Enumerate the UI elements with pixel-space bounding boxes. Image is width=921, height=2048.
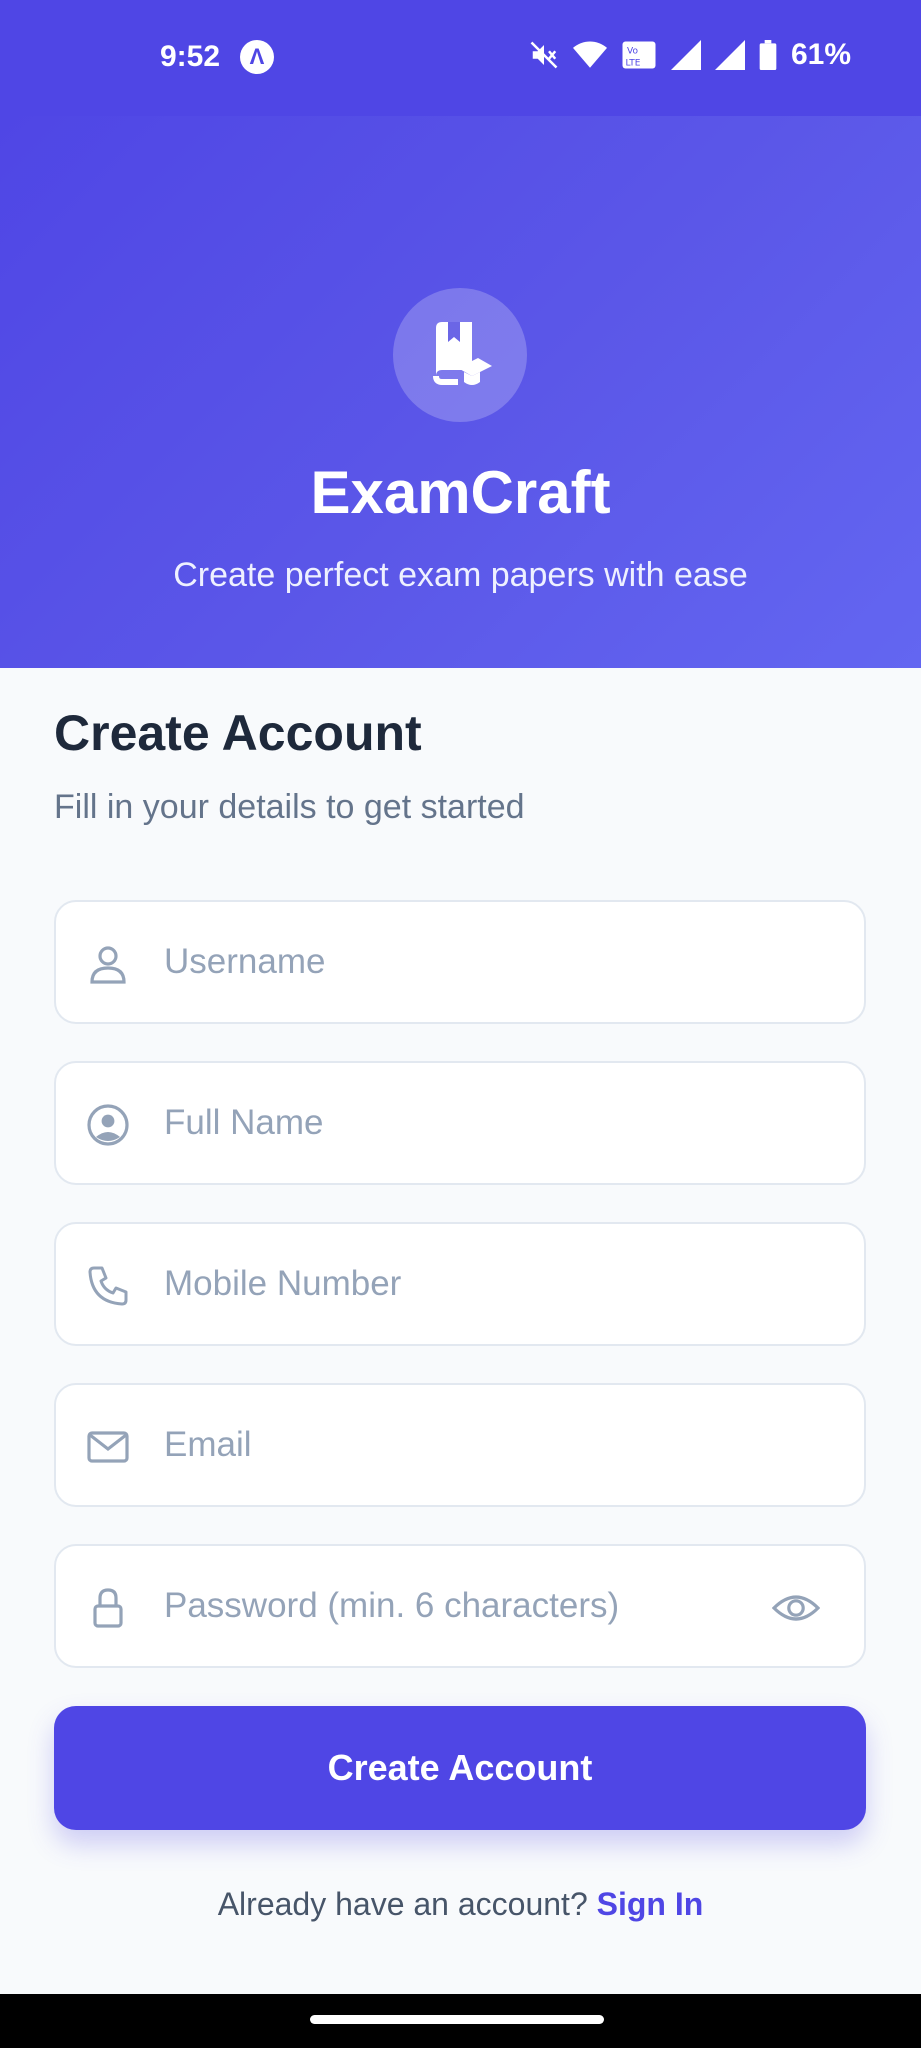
create-account-button[interactable]: Create Account bbox=[54, 1706, 866, 1830]
wifi-icon bbox=[572, 40, 607, 70]
mute-icon bbox=[529, 40, 559, 70]
sign-in-link[interactable]: Sign In bbox=[597, 1886, 704, 1922]
app-notification-icon: Λ bbox=[240, 40, 274, 74]
mobile-input[interactable] bbox=[164, 1224, 804, 1344]
user-icon bbox=[90, 946, 126, 984]
battery-icon bbox=[759, 40, 777, 70]
signal-roaming-icon bbox=[714, 40, 745, 70]
volte-icon: Vo LTE bbox=[621, 40, 657, 70]
mobile-field[interactable] bbox=[54, 1222, 866, 1346]
password-input[interactable] bbox=[164, 1546, 724, 1666]
app-name: ExamCraft bbox=[310, 459, 611, 526]
full-name-field[interactable] bbox=[54, 1061, 866, 1185]
mail-icon bbox=[87, 1431, 129, 1463]
user-circle-icon bbox=[87, 1104, 129, 1146]
full-name-input[interactable] bbox=[164, 1063, 804, 1183]
svg-text:LTE: LTE bbox=[625, 59, 640, 69]
password-field[interactable] bbox=[54, 1544, 866, 1668]
form-title: Create Account bbox=[54, 705, 422, 761]
username-input[interactable] bbox=[164, 902, 804, 1022]
app-tagline: Create perfect exam papers with ease bbox=[173, 556, 748, 594]
phone-icon bbox=[88, 1266, 128, 1306]
email-field[interactable] bbox=[54, 1383, 866, 1507]
system-nav-bar bbox=[0, 1994, 921, 2048]
signin-prompt-text: Already have an account? bbox=[217, 1886, 588, 1922]
email-input[interactable] bbox=[164, 1385, 804, 1505]
svg-text:Vo: Vo bbox=[627, 47, 638, 57]
signin-prompt: Already have an account? Sign In bbox=[0, 1886, 921, 1923]
form-subtitle: Fill in your details to get started bbox=[54, 788, 525, 826]
status-bar: 9:52 Λ Vo LTE 61% bbox=[0, 0, 921, 116]
signal-icon bbox=[670, 40, 701, 70]
username-field[interactable] bbox=[54, 900, 866, 1024]
home-indicator[interactable] bbox=[310, 2015, 604, 2024]
battery-level: 61% bbox=[790, 38, 851, 71]
status-time: 9:52 bbox=[160, 40, 221, 73]
app-logo bbox=[393, 288, 527, 422]
status-icons: Vo LTE 61% bbox=[529, 38, 851, 72]
signup-form: Create Account Fill in your details to g… bbox=[0, 668, 921, 1994]
lock-icon bbox=[93, 1588, 123, 1628]
book-graduation-cap-icon bbox=[433, 322, 492, 385]
hero-banner: ExamCraft Create perfect exam papers wit… bbox=[0, 116, 921, 668]
eye-icon[interactable] bbox=[772, 1586, 820, 1630]
